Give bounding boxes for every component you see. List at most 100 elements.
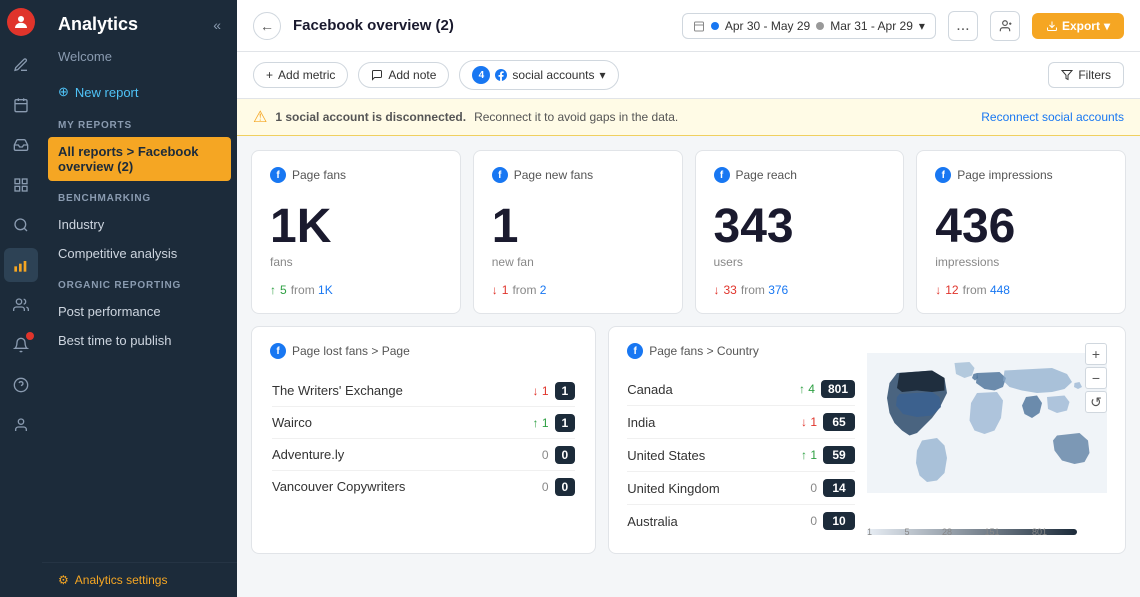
sidebar-item-post-performance[interactable]: Post performance: [42, 297, 237, 326]
from-link[interactable]: 2: [540, 283, 547, 297]
lost-fan-badge: 1: [555, 414, 576, 432]
country-badge: 10: [823, 512, 855, 530]
metric-label: impressions: [935, 255, 1107, 269]
my-reports-section-label: MY REPORTS: [42, 108, 237, 137]
from-link[interactable]: 448: [990, 283, 1010, 297]
icon-rail: [0, 0, 42, 597]
social-count-badge: 4: [472, 66, 490, 84]
sidebar-collapse-btn[interactable]: «: [213, 17, 221, 33]
report-title: Facebook overview (2): [293, 17, 670, 34]
date1-dot: [711, 22, 719, 30]
fans-by-country-card: f Page fans > Country Canada ↑ 4 801 Ind…: [608, 326, 1126, 554]
legend-labels: 1 5 28 151 801: [867, 527, 1047, 537]
country-change: 0: [810, 514, 817, 528]
sidebar-item-competitive[interactable]: Competitive analysis: [42, 239, 237, 268]
nav-advocate-icon[interactable]: [4, 288, 38, 322]
metric-value: 436: [935, 203, 1107, 251]
country-name: India: [627, 415, 801, 430]
nav-notifications-icon[interactable]: [4, 328, 38, 362]
nav-analytics-icon[interactable]: [4, 248, 38, 282]
reconnect-link[interactable]: Reconnect social accounts: [981, 110, 1124, 124]
country-title: f Page fans > Country: [627, 343, 855, 359]
lost-fans-table: The Writers' Exchange ↓ 1 1 Wairco ↑ 1 1…: [270, 373, 577, 504]
metric-value: 1: [492, 203, 664, 251]
legend-val-5: 801: [1032, 527, 1047, 537]
lost-fans-card: f Page lost fans > Page The Writers' Exc…: [251, 326, 596, 554]
arrow-up-icon: ↑: [270, 283, 276, 297]
new-report-btn[interactable]: ⊕ New report: [42, 76, 237, 108]
country-name: Canada: [627, 382, 799, 397]
from-link[interactable]: 376: [768, 283, 788, 297]
metric-label: new fan: [492, 255, 664, 269]
map-refresh-button[interactable]: ↺: [1085, 391, 1107, 413]
map-svg: [867, 343, 1107, 503]
card-header: f Page impressions: [935, 167, 1107, 183]
country-change: ↑ 4: [799, 382, 815, 396]
lost-fan-badge: 0: [555, 446, 576, 464]
date2-label: Mar 31 - Apr 29: [830, 19, 913, 33]
warning-icon: ⚠: [253, 107, 267, 127]
table-row: Adventure.ly 0 0: [272, 439, 575, 471]
lost-fan-change: ↓ 1: [532, 384, 548, 398]
analytics-settings-link[interactable]: ⚙ Analytics settings: [58, 573, 221, 587]
country-badge: 65: [823, 413, 855, 431]
main-content: ← Facebook overview (2) Apr 30 - May 29 …: [237, 0, 1140, 597]
map-zoom-in-button[interactable]: +: [1085, 343, 1107, 365]
more-options-button[interactable]: ...: [948, 11, 978, 41]
arrow-down-icon: ↓: [935, 283, 941, 297]
export-button[interactable]: Export ▾: [1032, 13, 1124, 39]
metric-change: ↓ 12 from 448: [935, 283, 1107, 297]
from-link[interactable]: 1K: [318, 283, 333, 297]
alert-bar: ⚠ 1 social account is disconnected. Reco…: [237, 99, 1140, 136]
add-user-button[interactable]: [990, 11, 1020, 41]
nav-profile-icon[interactable]: [4, 408, 38, 442]
app-logo: [7, 8, 35, 36]
metric-card-page-fans: f Page fans 1K fans ↑ 5 from 1K: [251, 150, 461, 314]
sidebar: Analytics « Welcome ⊕ New report MY REPO…: [42, 0, 237, 597]
content-area: f Page fans 1K fans ↑ 5 from 1K f Page n…: [237, 136, 1140, 597]
country-badge: 59: [823, 446, 855, 464]
add-metric-button[interactable]: + Add metric: [253, 62, 348, 88]
facebook-icon: f: [714, 167, 730, 183]
nav-reports-icon[interactable]: [4, 168, 38, 202]
facebook-icon: f: [492, 167, 508, 183]
bottom-row: f Page lost fans > Page The Writers' Exc…: [251, 326, 1126, 554]
country-row: India ↓ 1 65: [627, 406, 855, 439]
lost-fan-badge: 0: [555, 478, 576, 496]
sidebar-item-facebook-overview[interactable]: All reports > Facebook overview (2): [48, 137, 231, 181]
metric-card-impressions: f Page impressions 436 impressions ↓ 12 …: [916, 150, 1126, 314]
nav-compose-icon[interactable]: [4, 48, 38, 82]
social-accounts-button[interactable]: 4 social accounts ▾: [459, 60, 618, 90]
country-badge: 14: [823, 479, 855, 497]
metric-card-reach: f Page reach 343 users ↓ 33 from 376: [695, 150, 905, 314]
country-row: Australia 0 10: [627, 505, 855, 537]
sidebar-item-best-time[interactable]: Best time to publish: [42, 326, 237, 355]
lost-fan-name: Adventure.ly: [272, 447, 542, 462]
country-name: United States: [627, 448, 801, 463]
country-table-wrap: f Page fans > Country Canada ↑ 4 801 Ind…: [627, 343, 855, 537]
nav-help-icon[interactable]: [4, 368, 38, 402]
nav-inbox-icon[interactable]: [4, 128, 38, 162]
date-range-picker[interactable]: Apr 30 - May 29 Mar 31 - Apr 29 ▾: [682, 13, 936, 39]
country-change: 0: [810, 481, 817, 495]
filters-button[interactable]: Filters: [1048, 62, 1124, 88]
date-range-chevron: ▾: [919, 19, 925, 33]
actionbar: + Add metric Add note 4 social accounts …: [237, 52, 1140, 99]
add-note-button[interactable]: Add note: [358, 62, 449, 88]
facebook-icon: f: [935, 167, 951, 183]
legend-val-3: 28: [942, 527, 952, 537]
nav-calendar-icon[interactable]: [4, 88, 38, 122]
nav-listening-icon[interactable]: [4, 208, 38, 242]
back-button[interactable]: ←: [253, 12, 281, 40]
new-report-icon: ⊕: [58, 84, 69, 100]
social-accounts-label: social accounts: [512, 68, 594, 82]
lost-fan-name: Vancouver Copywriters: [272, 479, 542, 494]
organic-section-label: ORGANIC REPORTING: [42, 268, 237, 297]
country-rows: Canada ↑ 4 801 India ↓ 1 65 United State…: [627, 373, 855, 537]
sidebar-item-industry[interactable]: Industry: [42, 210, 237, 239]
map-zoom-out-button[interactable]: −: [1085, 367, 1107, 389]
country-badge: 801: [821, 380, 855, 398]
sidebar-bottom: ⚙ Analytics settings: [42, 562, 237, 597]
plus-icon: +: [266, 68, 273, 82]
arrow-down-icon: ↓: [714, 283, 720, 297]
